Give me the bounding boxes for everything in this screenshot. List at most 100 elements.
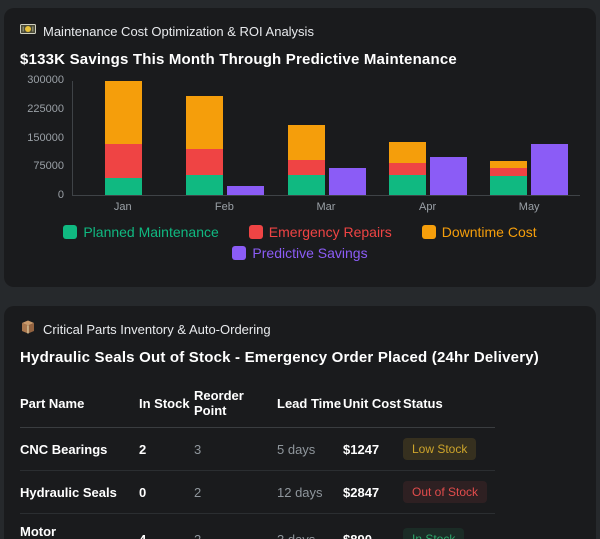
bar-segment-downtime-cost-apr xyxy=(388,141,426,163)
table-row-cnc-bearings: CNC Bearings 2 3 5 days $1247 Low Stock xyxy=(20,427,495,471)
cell-lead-time: 5 days xyxy=(277,427,343,471)
x-tick-label-mar: Mar xyxy=(316,201,336,213)
y-tick-label-300000: 300000 xyxy=(27,74,64,86)
money-banknote-icon xyxy=(20,21,36,42)
chart-y-axis: 0 75000 150000 225000 300000 xyxy=(20,74,72,201)
inventory-panel-header: Critical Parts Inventory & Auto-Ordering xyxy=(20,319,580,340)
cell-lead-time: 3 days xyxy=(277,513,343,539)
column-header-part-name: Part Name xyxy=(20,381,139,428)
legend-label-predictive-savings: Predictive Savings xyxy=(252,245,368,261)
cell-reorder-point: 3 xyxy=(194,427,277,471)
package-icon xyxy=(20,319,36,340)
bar-predictive-savings-may xyxy=(531,144,569,195)
column-header-unit-cost: Unit Cost xyxy=(343,381,403,428)
stacked-bar-jan xyxy=(105,81,143,195)
cell-lead-time: 12 days xyxy=(277,470,343,514)
stacked-bar-apr xyxy=(388,81,426,195)
legend-label-emergency-repairs: Emergency Repairs xyxy=(268,224,392,240)
bar-group-mar xyxy=(276,81,377,195)
chart-x-axis: Jan Feb Mar Apr May xyxy=(72,201,580,213)
y-tick-label-0: 0 xyxy=(57,189,64,201)
bar-predictive-savings-mar xyxy=(328,168,366,195)
bar-predictive-savings-apr xyxy=(429,157,467,195)
legend-swatch-predictive-savings xyxy=(232,246,247,260)
legend-item-planned-maintenance: Planned Maintenance xyxy=(63,224,219,240)
cell-status: Out of Stock xyxy=(403,470,495,514)
stacked-bar-mar xyxy=(287,81,325,195)
cell-reorder-point: 2 xyxy=(194,513,277,539)
maintenance-dashboard: Maintenance Cost Optimization & ROI Anal… xyxy=(4,8,596,539)
legend-item-emergency-repairs: Emergency Repairs xyxy=(248,224,392,240)
inventory-panel-title: Critical Parts Inventory & Auto-Ordering xyxy=(43,322,271,337)
bar-group-feb xyxy=(174,81,275,195)
inventory-header-row: Part Name In Stock Reorder Point Lead Time U… xyxy=(20,381,495,428)
bar-predictive-savings-feb xyxy=(227,185,265,195)
status-badge-out-of-stock: Out of Stock xyxy=(403,481,488,503)
x-tick-label-may: May xyxy=(518,201,540,213)
chart-plot xyxy=(72,81,580,196)
stacked-bar-may xyxy=(490,81,528,195)
legend-label-planned-maintenance: Planned Maintenance xyxy=(83,224,219,240)
bar-segment-planned-maintenance-jan xyxy=(105,177,143,195)
roi-panel: Maintenance Cost Optimization & ROI Anal… xyxy=(4,8,596,287)
bar-group-jan xyxy=(73,81,174,195)
bar-segment-downtime-cost-may xyxy=(490,161,528,169)
cell-unit-cost: $890 xyxy=(343,513,403,539)
cell-part-name: Hydraulic Seals xyxy=(20,470,139,514)
y-tick-label-75000: 75000 xyxy=(33,160,64,173)
inventory-headline: Hydraulic Seals Out of Stock - Emergency… xyxy=(20,349,539,366)
bar-segment-emergency-repairs-may xyxy=(490,168,528,177)
legend-item-downtime-cost: Downtime Cost xyxy=(421,224,537,240)
bar-group-apr xyxy=(377,81,478,195)
inventory-panel: Critical Parts Inventory & Auto-Ordering… xyxy=(4,306,596,539)
legend-label-downtime-cost: Downtime Cost xyxy=(441,224,537,240)
chart-legend: Planned Maintenance Emergency Repairs Down… xyxy=(20,224,580,261)
legend-item-predictive-savings: Predictive Savings xyxy=(232,245,368,261)
bar-segment-planned-maintenance-may xyxy=(490,176,528,195)
bar-segment-emergency-repairs-jan xyxy=(105,143,143,178)
bar-segment-emergency-repairs-apr xyxy=(388,162,426,176)
bar-segment-emergency-repairs-feb xyxy=(186,148,224,176)
bar-segment-downtime-cost-feb xyxy=(186,96,224,149)
inventory-table-header: Part Name In Stock Reorder Point Lead Time U… xyxy=(20,381,495,428)
legend-swatch-planned-maintenance xyxy=(63,225,78,239)
x-tick-label-apr: Apr xyxy=(419,201,437,213)
stacked-bar-feb xyxy=(186,81,224,195)
roi-panel-header: Maintenance Cost Optimization & ROI Anal… xyxy=(20,21,580,42)
cell-in-stock: 4 xyxy=(139,513,194,539)
inventory-table: Part Name In Stock Reorder Point Lead Time U… xyxy=(20,381,495,539)
cell-reorder-point: 2 xyxy=(194,470,277,514)
column-header-lead-time: Lead Time xyxy=(277,381,343,428)
cell-part-name: Motor Components xyxy=(20,513,139,539)
cell-in-stock: 0 xyxy=(139,470,194,514)
bar-segment-planned-maintenance-apr xyxy=(388,175,426,195)
cell-in-stock: 2 xyxy=(139,427,194,471)
roi-headline: $133K Savings This Month Through Predict… xyxy=(20,51,457,68)
bar-segment-planned-maintenance-mar xyxy=(287,175,325,195)
status-badge-low-stock: Low Stock xyxy=(403,438,477,460)
bar-segment-planned-maintenance-feb xyxy=(186,175,224,195)
column-header-in-stock: In Stock xyxy=(139,381,194,428)
table-row-motor-components: Motor Components423 days$890In Stock xyxy=(20,513,495,539)
maintenance-cost-chart: 0 75000 150000 225000 300000 Jan Feb Mar Apr May… xyxy=(20,74,580,261)
roi-panel-title: Maintenance Cost Optimization & ROI Anal… xyxy=(43,24,314,39)
column-header-reorder-point: Reorder Point xyxy=(194,381,277,428)
x-tick-label-jan: Jan xyxy=(113,201,132,213)
cell-unit-cost: $1247 xyxy=(343,427,403,471)
cell-unit-cost: $2847 xyxy=(343,470,403,514)
x-tick-label-feb: Feb xyxy=(214,201,234,213)
bar-group-may xyxy=(479,81,580,195)
cell-status: Low Stock xyxy=(403,427,495,471)
bar-segment-downtime-cost-mar xyxy=(287,124,325,161)
legend-swatch-emergency-repairs xyxy=(248,225,263,239)
bar-segment-emergency-repairs-mar xyxy=(287,160,325,176)
cell-status: In Stock xyxy=(403,513,495,539)
y-tick-label-150000: 150000 xyxy=(27,131,64,144)
inventory-table-body: CNC Bearings 2 3 5 days $1247 Low Stock Hydrau… xyxy=(20,427,495,539)
column-header-status: Status xyxy=(403,381,495,428)
table-row-hydraulic-seals: Hydraulic Seals 0 2 12 days $2847 Out of Stoc… xyxy=(20,470,495,514)
y-tick-label-225000: 225000 xyxy=(27,102,64,115)
bar-segment-downtime-cost-jan xyxy=(105,81,143,144)
status-badge-in-stock: In Stock xyxy=(403,528,465,539)
cell-part-name: CNC Bearings xyxy=(20,427,139,471)
